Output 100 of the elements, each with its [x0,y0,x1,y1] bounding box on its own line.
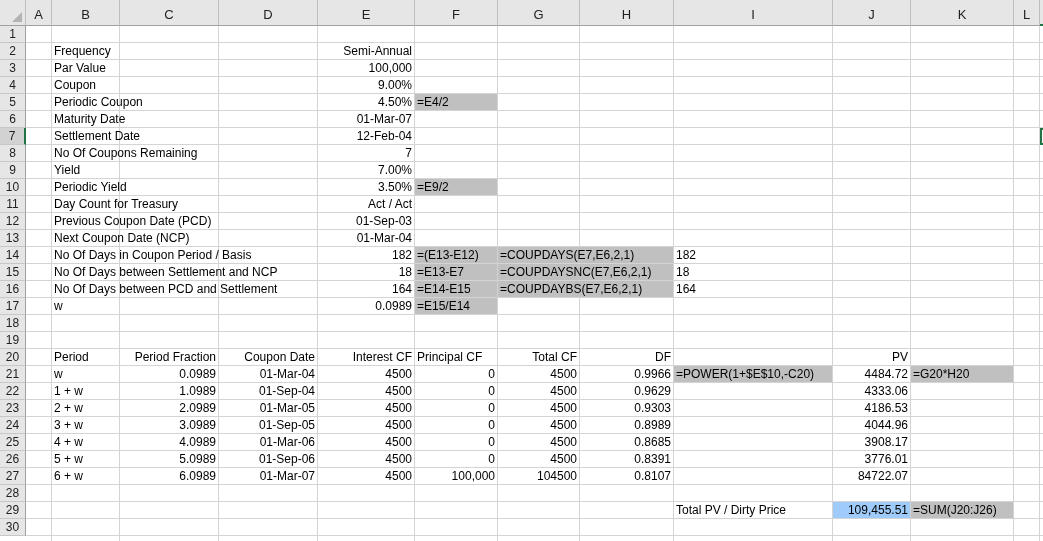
cell-value: 1.0989 [179,383,216,399]
cell-text: Maturity Date [54,111,126,127]
row-header[interactable]: 30 [0,519,26,536]
cell-value: 01-Sep-03 [355,213,412,229]
cell-text: Par Value [54,60,106,76]
cell-value: 0.9629 [634,383,671,399]
cell-value: 01-Mar-07 [356,111,412,127]
cell-value: 01-Sep-05 [258,417,315,433]
formula-cell: =E4/2 [415,94,497,110]
cell-value: Semi-Annual [343,43,412,59]
cell-text: Yield [54,162,81,178]
formula-cell: =E14-E15 [415,281,497,297]
row-header[interactable]: 4 [0,77,26,94]
cell-text: No Of Coupons Remaining [54,145,198,161]
cell-value: 4.50% [377,94,412,110]
column-header[interactable]: F [415,0,498,26]
cell-value: 4500 [385,366,412,382]
cell-value: 0.8989 [634,417,671,433]
cell-value: 4.0989 [179,434,216,450]
row-header[interactable]: 18 [0,315,26,332]
cell-text: w [54,366,63,382]
row-header[interactable]: 28 [0,485,26,502]
row-header[interactable]: 10 [0,179,26,196]
row-header[interactable]: 7 [0,128,26,145]
cell-text: Principal CF [417,349,483,365]
row-header[interactable]: 6 [0,111,26,128]
row-header[interactable]: 26 [0,451,26,468]
cell-value: Interest CF [352,349,412,365]
cell-value: 3776.01 [864,451,908,467]
column-header[interactable]: H [580,0,674,26]
formula-cell: =POWER(1+$E$10,-C20) [674,366,832,382]
cell-value: 9.00% [377,77,412,93]
row-header[interactable]: 29 [0,502,26,519]
cell-value: 01-Mar-07 [259,468,315,484]
cell-value: Act / Act [368,196,412,212]
column-header[interactable]: C [120,0,219,26]
column-header[interactable]: L [1014,0,1040,26]
cell-value: 3908.17 [864,434,908,450]
cell-value: Period Fraction [134,349,216,365]
cell-value: 182 [391,247,412,263]
cell-value: 01-Sep-04 [258,383,315,399]
cell-value: 4484.72 [864,366,908,382]
row-header[interactable]: 20 [0,349,26,366]
row-header[interactable]: 24 [0,417,26,434]
cell-value: 7 [405,145,412,161]
cell-text: 4 + w [54,434,83,450]
row-header[interactable]: 23 [0,400,26,417]
row-header[interactable]: 22 [0,383,26,400]
row-header[interactable]: 3 [0,60,26,77]
cell-value: 01-Mar-05 [259,400,315,416]
cell-value: 84722.07 [857,468,908,484]
column-header[interactable]: J [833,0,911,26]
cell-text: 2 + w [54,400,83,416]
column-header[interactable]: A [26,0,52,26]
cell-text: No Of Days between Settlement and NCP [54,264,278,280]
formula-cell: =G20*H20 [911,366,1013,382]
row-header[interactable]: 13 [0,230,26,247]
cell-text: 164 [676,281,697,297]
row-header[interactable]: 5 [0,94,26,111]
row-header[interactable]: 27 [0,468,26,485]
cell-value: 0.8391 [634,451,671,467]
cell-value: 0 [488,451,495,467]
cell-value: 4500 [385,383,412,399]
row-header[interactable]: 2 [0,43,26,60]
cell-value: 4500 [550,417,577,433]
cell-value: 100,000 [451,468,495,484]
cell-text: w [54,298,63,314]
column-header[interactable]: I [674,0,833,26]
cell-value: 0.8685 [634,434,671,450]
column-header[interactable]: E [318,0,415,26]
row-header[interactable]: 16 [0,281,26,298]
formula-cell: =E9/2 [415,179,497,195]
column-header[interactable]: D [219,0,318,26]
row-header[interactable]: 12 [0,213,26,230]
column-header[interactable]: B [52,0,120,26]
cell-value: 4500 [385,400,412,416]
row-header[interactable]: 15 [0,264,26,281]
row-header[interactable]: 8 [0,145,26,162]
row-header[interactable]: 1 [0,26,26,43]
column-header[interactable]: K [911,0,1014,26]
row-header[interactable]: 21 [0,366,26,383]
cell-text: No Of Days in Coupon Period / Basis [54,247,252,263]
row-header[interactable]: 11 [0,196,26,213]
selected-cell[interactable] [1040,128,1043,145]
cell-text: Periodic Yield [54,179,127,195]
row-header[interactable]: 19 [0,332,26,349]
cell-value: 4500 [550,434,577,450]
cell-value: 0 [488,434,495,450]
cell-value: 0.9303 [634,400,671,416]
row-header[interactable]: 25 [0,434,26,451]
cell-value: 2.0989 [179,400,216,416]
column-header[interactable]: G [498,0,580,26]
cell-value: 4044.96 [864,417,908,433]
cell-value: 01-Sep-06 [258,451,315,467]
cell-text: Coupon [54,77,97,93]
row-header[interactable]: 17 [0,298,26,315]
row-header[interactable]: 14 [0,247,26,264]
cell-value: 164 [391,281,412,297]
cell-text: 3 + w [54,417,83,433]
row-header[interactable]: 9 [0,162,26,179]
